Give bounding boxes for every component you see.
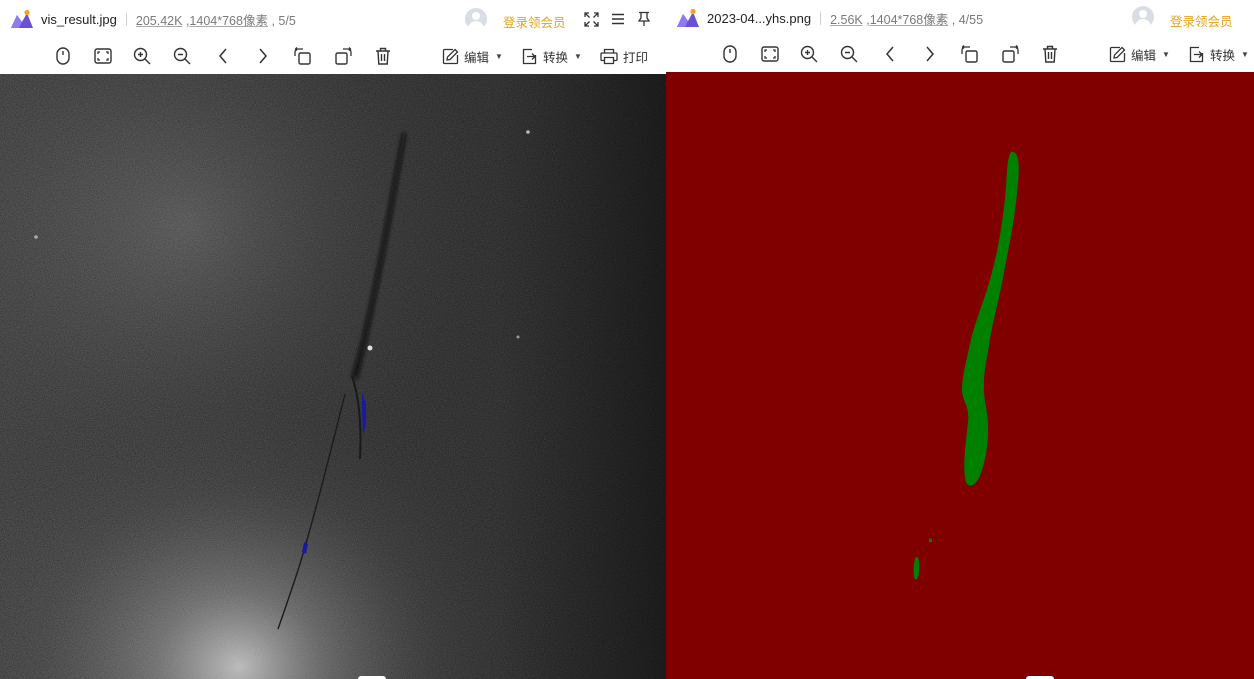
convert-icon <box>1189 46 1204 63</box>
image-index: 5/5 <box>278 13 296 28</box>
delete-icon[interactable] <box>373 46 393 66</box>
image-canvas[interactable] <box>0 74 666 679</box>
print-button[interactable]: 打印 <box>600 47 648 66</box>
zoom-in-icon[interactable] <box>132 46 152 66</box>
convert-label: 转换 <box>543 51 569 65</box>
previous-icon[interactable] <box>880 44 900 64</box>
convert-menu-button[interactable]: 转换 ▼ <box>1188 45 1249 64</box>
rotate-left-icon[interactable] <box>960 44 980 64</box>
pin-icon[interactable] <box>637 11 651 27</box>
image-index: 4/55 <box>958 12 984 27</box>
edit-icon <box>1109 46 1126 63</box>
file-size[interactable]: 2.56K <box>830 13 863 27</box>
vip-login-link[interactable]: 登录领会员 <box>1170 11 1233 30</box>
toolbar: 编辑 ▼ 转换 ▼ <box>666 36 1254 72</box>
info-separator: , <box>271 13 275 28</box>
convert-icon <box>522 48 537 65</box>
convert-menu-button[interactable]: 转换 ▼ <box>521 47 582 66</box>
image-viewer-right: 2023-04...yhs.png 2.56K ,1404*768像素 , 4/… <box>666 0 1254 679</box>
chevron-down-icon: ▼ <box>1162 50 1170 59</box>
file-name: 2023-04...yhs.png <box>707 10 812 26</box>
edit-menu-button[interactable]: 编辑 ▼ <box>442 47 503 66</box>
rotate-right-icon[interactable] <box>333 46 353 66</box>
image-viewer-left: vis_result.jpg 205.42K ,1404*768像素 , 5/5… <box>0 0 666 679</box>
grayscale-defect-image <box>0 74 666 679</box>
divider <box>820 11 822 25</box>
info-separator: , <box>951 12 956 27</box>
image-dimensions[interactable]: ,1404*768像素 <box>866 13 948 27</box>
chevron-down-icon: ▼ <box>1241 50 1249 59</box>
previous-icon[interactable] <box>213 46 233 66</box>
zoom-in-icon[interactable] <box>799 44 819 64</box>
title-bar: 2023-04...yhs.png 2.56K ,1404*768像素 , 4/… <box>666 0 1254 36</box>
zoom-out-icon[interactable] <box>839 44 859 64</box>
mouse-icon[interactable] <box>720 44 740 64</box>
user-avatar-icon[interactable] <box>465 8 487 30</box>
title-bar: vis_result.jpg 205.42K ,1404*768像素 , 5/5 <box>0 0 666 38</box>
user-avatar-icon[interactable] <box>1132 6 1154 28</box>
menu-icon[interactable] <box>611 12 625 26</box>
print-label: 打印 <box>623 51 649 65</box>
image-dimensions[interactable]: ,1404*768像素 <box>186 14 268 28</box>
file-info: 2.56K ,1404*768像素 , 4/55 <box>830 9 983 28</box>
fit-screen-icon[interactable] <box>760 44 780 64</box>
edit-label: 编辑 <box>1131 49 1157 63</box>
edit-label: 编辑 <box>464 51 490 65</box>
print-icon <box>600 48 618 65</box>
edit-menu-button[interactable]: 编辑 ▼ <box>1109 45 1170 64</box>
delete-icon[interactable] <box>1040 44 1060 64</box>
next-icon[interactable] <box>920 44 940 64</box>
convert-label: 转换 <box>1210 49 1236 63</box>
toolbar: 编辑 ▼ 转换 ▼ 打印 <box>0 38 666 74</box>
rotate-left-icon[interactable] <box>293 46 313 66</box>
image-canvas[interactable] <box>666 72 1254 679</box>
chevron-down-icon: ▼ <box>574 52 582 61</box>
app-logo-icon <box>677 8 699 27</box>
file-size[interactable]: 205.42K <box>136 14 183 28</box>
zoom-out-icon[interactable] <box>172 46 192 66</box>
fullscreen-icon[interactable] <box>584 12 599 27</box>
fit-screen-icon[interactable] <box>93 46 113 66</box>
next-icon[interactable] <box>253 46 273 66</box>
chevron-down-icon: ▼ <box>495 52 503 61</box>
divider <box>125 12 127 26</box>
edit-icon <box>442 48 459 65</box>
vip-login-link[interactable]: 登录领会员 <box>503 12 566 31</box>
mouse-icon[interactable] <box>53 46 73 66</box>
file-info: 205.42K ,1404*768像素 , 5/5 <box>136 10 296 29</box>
segmentation-mask-image <box>666 72 1254 679</box>
app-logo-icon <box>11 9 33 28</box>
file-name: vis_result.jpg <box>41 11 117 27</box>
rotate-right-icon[interactable] <box>1000 44 1020 64</box>
